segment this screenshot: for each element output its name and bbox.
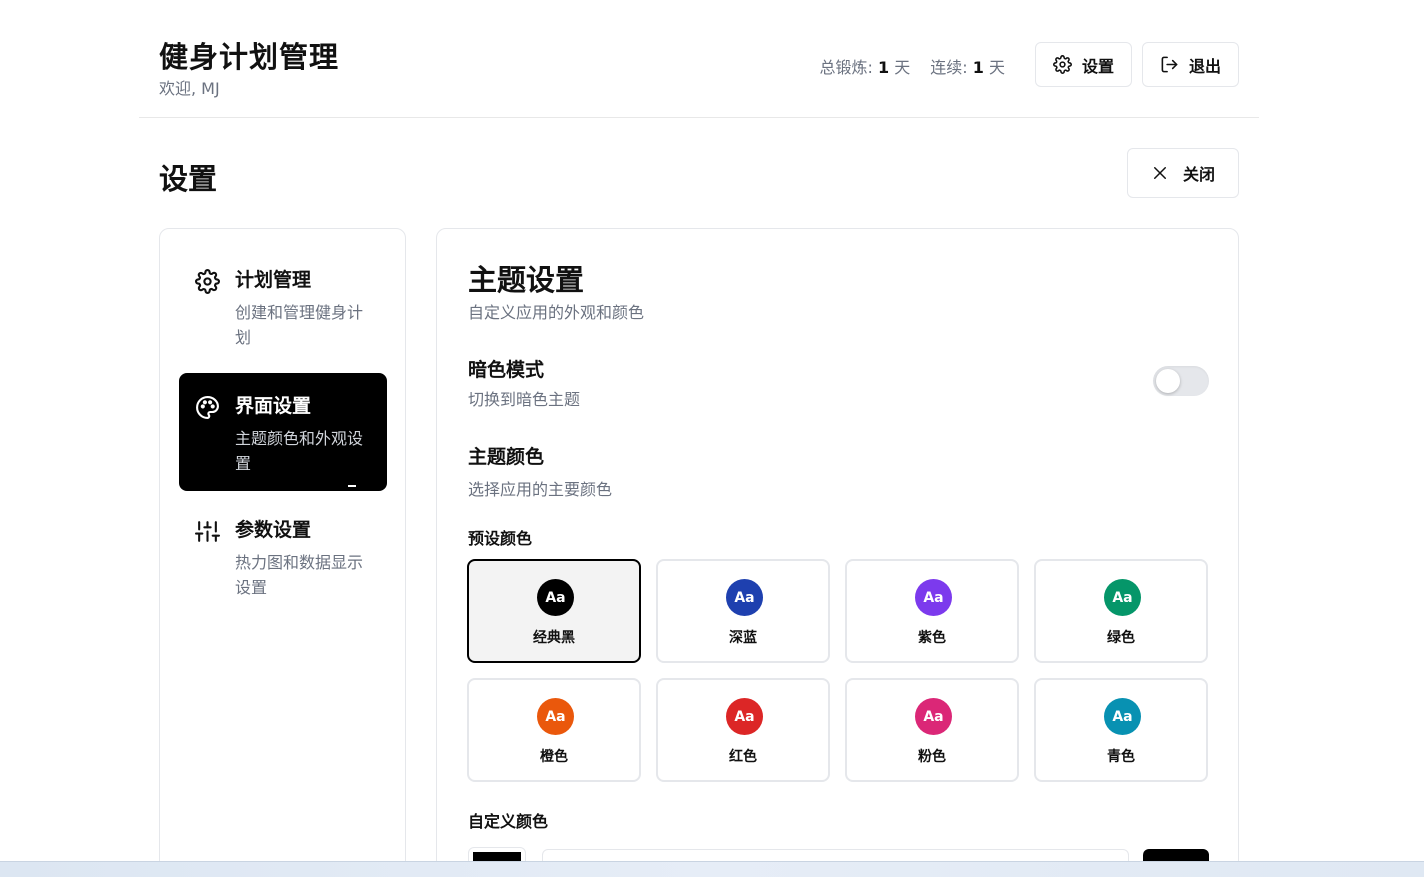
color-preset-name: 深蓝 [729,630,757,646]
close-button[interactable]: 关闭 [1127,148,1239,198]
color-preview-dot: Aa [726,698,763,735]
sidebar-item-title: 参数设置 [235,519,312,541]
logout-icon [1161,56,1178,73]
sidebar-item-desc: 主题颜色和外观设置 [235,429,364,473]
dark-mode-description: 切换到暗色主题 [468,390,581,409]
sidebar-item-plan-management[interactable]: 计划管理 创建和管理健身计划 [179,247,387,357]
sidebar-item-desc: 热力图和数据显示设置 [235,553,364,597]
color-preview-dot: Aa [537,579,574,616]
sidebar-item-desc: 创建和管理健身计划 [235,303,364,347]
sidebar-item-title: 计划管理 [235,269,312,291]
color-preset-name: 紫色 [918,630,946,646]
settings-button-label: 设置 [1081,56,1114,76]
section-title: 主题设置 [468,263,585,297]
color-preview-dot: Aa [1104,698,1141,735]
dark-mode-toggle[interactable] [1153,366,1209,396]
preset-colors-label: 预设颜色 [468,529,533,548]
welcome-text: 欢迎, MJ [159,79,220,98]
toggle-knob [1156,369,1180,393]
gear-icon [195,269,220,294]
dark-mode-label: 暗色模式 [468,359,545,381]
sidebar-item-title: 界面设置 [235,395,312,417]
theme-settings-panel: 主题设置 自定义应用的外观和颜色 暗色模式 切换到暗色主题 主题颜色 选择应用的… [436,228,1239,877]
page-title: 设置 [159,162,218,196]
color-preview-dot: Aa [1104,579,1141,616]
palette-icon [196,396,219,419]
color-preset-name: 绿色 [1107,630,1135,646]
color-preset-orange[interactable]: Aa 橙色 [467,678,641,782]
app-title: 健身计划管理 [159,40,340,74]
color-preset-pink[interactable]: Aa 粉色 [845,678,1019,782]
settings-button[interactable]: 设置 [1035,42,1132,87]
streak-stat: 连续: 1 天 [930,58,1005,77]
app-header: 健身计划管理 欢迎, MJ 总锻炼: 1 天 连续: 1 天 设置 退出 [139,0,1259,118]
color-preset-red[interactable]: Aa 红色 [656,678,830,782]
active-indicator [348,485,356,487]
logout-button-label: 退出 [1188,56,1221,76]
color-preset-green[interactable]: Aa 绿色 [1034,559,1208,663]
gear-icon [1053,55,1072,74]
color-preset-cyan[interactable]: Aa 青色 [1034,678,1208,782]
color-preview-dot: Aa [915,698,952,735]
color-preset-name: 经典黑 [533,630,575,646]
theme-color-label: 主题颜色 [468,446,545,468]
color-preset-name: 橙色 [540,749,568,765]
color-preset-classic-black[interactable]: Aa 经典黑 [467,559,641,663]
theme-color-description: 选择应用的主要颜色 [468,480,613,499]
sliders-icon [195,521,220,542]
settings-sidebar: 计划管理 创建和管理健身计划 界面设置 主题颜色和外观设置 参数设置 热力图和数… [159,228,406,877]
workout-stats: 总锻炼: 1 天 连续: 1 天 [820,54,1006,78]
color-preview-dot: Aa [915,579,952,616]
sidebar-item-interface-settings[interactable]: 界面设置 主题颜色和外观设置 [179,373,387,491]
color-preset-deep-blue[interactable]: Aa 深蓝 [656,559,830,663]
close-icon [1153,167,1166,179]
color-preview-dot: Aa [537,698,574,735]
section-description: 自定义应用的外观和颜色 [468,303,645,322]
color-preset-purple[interactable]: Aa 紫色 [845,559,1019,663]
logout-button[interactable]: 退出 [1142,42,1239,87]
total-workouts-stat: 总锻炼: 1 天 [819,58,911,77]
color-preset-name: 青色 [1107,749,1135,765]
close-button-label: 关闭 [1182,165,1215,184]
color-preset-name: 粉色 [918,749,946,765]
color-preset-name: 红色 [729,749,757,765]
custom-color-label: 自定义颜色 [468,812,549,831]
color-preview-dot: Aa [726,579,763,616]
sidebar-item-parameter-settings[interactable]: 参数设置 热力图和数据显示设置 [179,497,387,607]
os-taskbar [0,861,1424,877]
